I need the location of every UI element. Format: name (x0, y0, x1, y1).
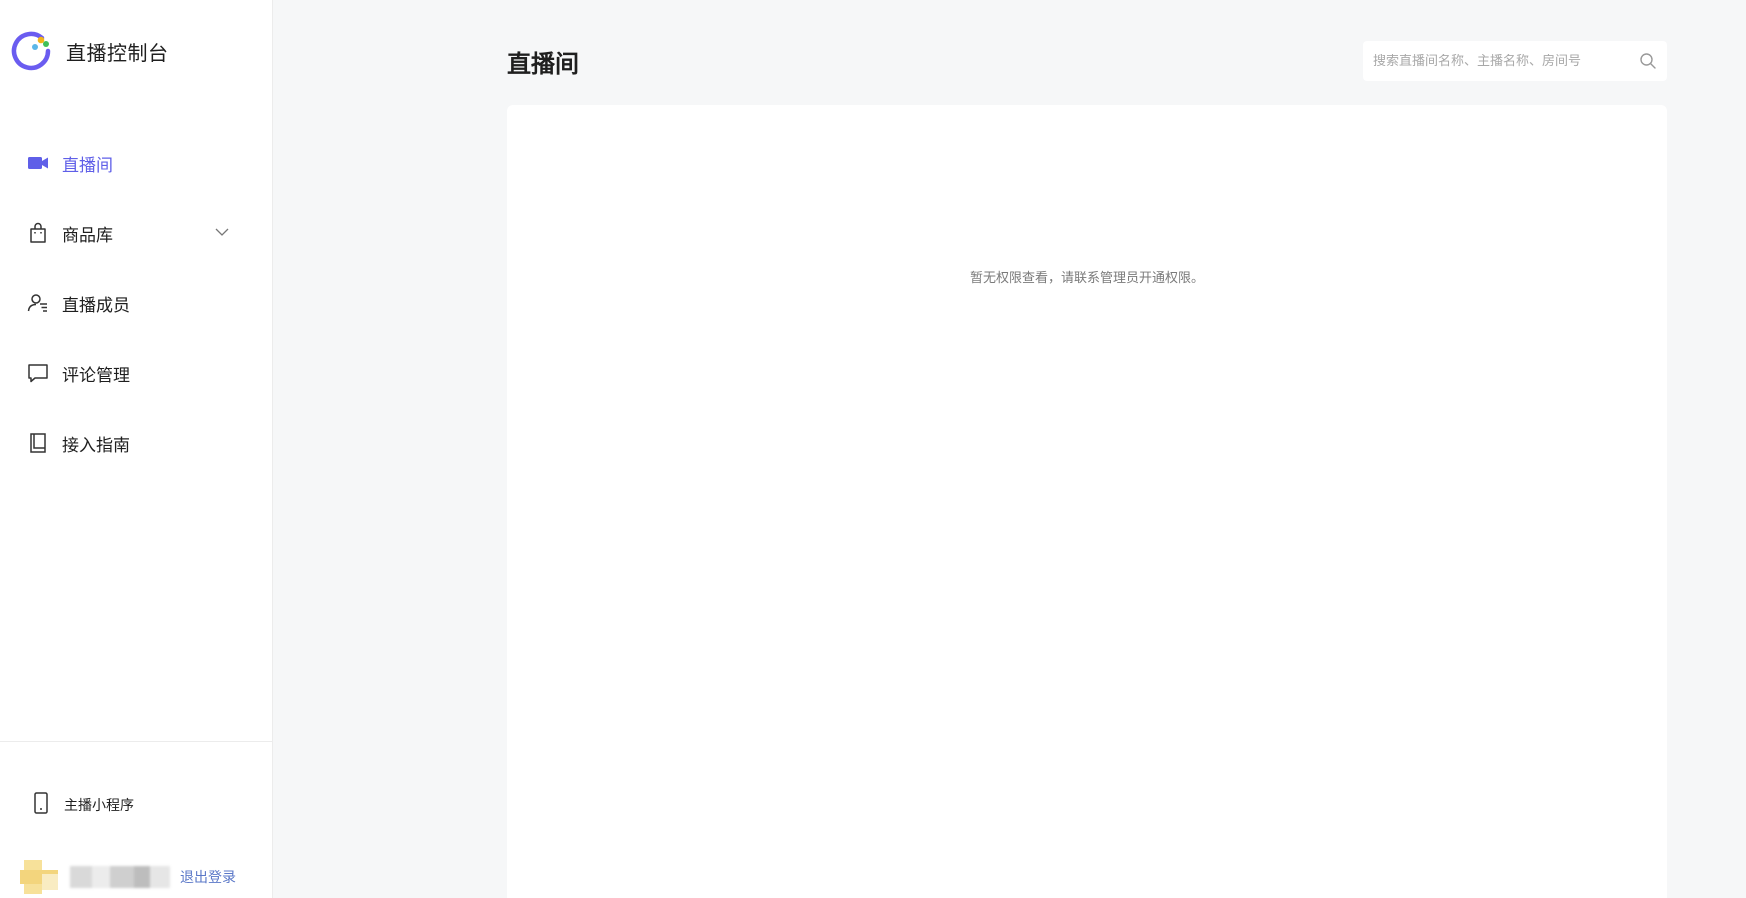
phone-icon (32, 792, 50, 818)
page-title: 直播间 (507, 50, 579, 78)
sidebar-item-live-members[interactable]: 直播成员 (0, 268, 272, 338)
member-list-icon (26, 291, 50, 315)
sidebar-item-label: 直播间 (62, 155, 113, 176)
shopping-bag-icon (26, 221, 50, 245)
sidebar-item-label: 接入指南 (62, 435, 130, 456)
logout-link[interactable]: 退出登录 (180, 867, 236, 887)
brand-title: 直播控制台 (66, 40, 169, 65)
content-panel: 暂无权限查看，请联系管理员开通权限。 (507, 105, 1667, 898)
video-camera-icon (26, 151, 50, 175)
brand[interactable]: 直播控制台 (10, 30, 169, 72)
chevron-down-icon[interactable] (214, 224, 230, 240)
book-icon (26, 431, 50, 455)
avatar (20, 860, 58, 894)
comment-icon (26, 361, 50, 385)
search-icon[interactable] (1639, 52, 1657, 70)
search-box (1363, 41, 1667, 81)
no-permission-message: 暂无权限查看，请联系管理员开通权限。 (969, 271, 1204, 286)
sidebar-item-label: 评论管理 (62, 365, 130, 386)
sidebar-divider (0, 741, 272, 742)
sidebar-nav: 直播间 商品库 直播成员 评论管理 接入指南 (0, 128, 272, 478)
sidebar-item-label: 直播成员 (62, 295, 130, 316)
sidebar-item-comment-management[interactable]: 评论管理 (0, 338, 272, 408)
logo-icon (10, 30, 52, 72)
mini-program-label: 主播小程序 (64, 798, 134, 814)
sidebar: 直播控制台 直播间 商品库 直播成员 评论管理 接入指南 主播小程序 退出登录 (0, 0, 273, 898)
sidebar-item-label: 商品库 (62, 225, 113, 246)
anchor-mini-program-link[interactable]: 主播小程序 (32, 792, 134, 818)
sidebar-item-live-room[interactable]: 直播间 (0, 128, 272, 198)
sidebar-item-access-guide[interactable]: 接入指南 (0, 408, 272, 478)
sidebar-item-product-library[interactable]: 商品库 (0, 198, 272, 268)
username-blurred (70, 866, 170, 888)
user-area: 退出登录 (20, 860, 236, 894)
search-input[interactable] (1373, 53, 1633, 69)
app-root: 直播控制台 直播间 商品库 直播成员 评论管理 接入指南 主播小程序 退出登录 … (0, 0, 1746, 898)
